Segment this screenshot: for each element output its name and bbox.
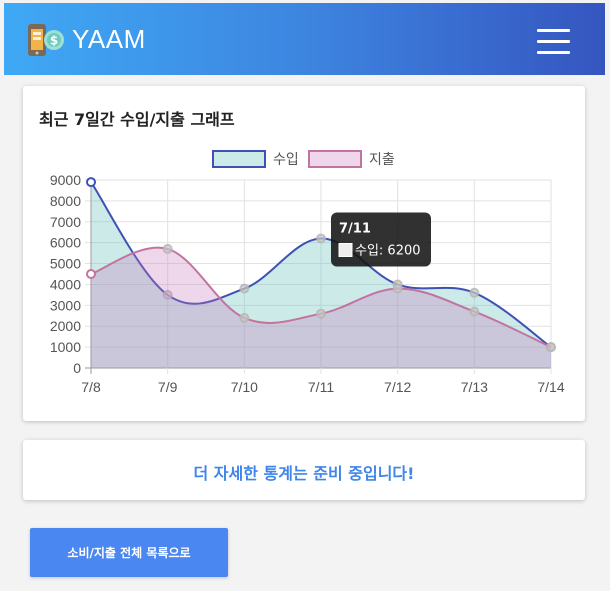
y-tick-label: 4000: [50, 276, 81, 292]
x-tick-label: 7/13: [461, 379, 488, 395]
x-tick-label: 7/10: [231, 379, 258, 395]
x-tick-label: 7/9: [158, 379, 178, 395]
info-text: 더 자세한 통계는 준비 중입니다!: [193, 464, 415, 483]
chart-card: 최근 7일간 수입/지출 그래프 0 1000 2000 3000 4000 5000 60…: [23, 86, 585, 421]
tooltip-label: 수입: 6200: [355, 243, 421, 258]
y-tick-label: 2000: [50, 318, 81, 334]
data-point: [86, 269, 96, 279]
data-point: [316, 233, 326, 244]
data-point: [239, 312, 250, 323]
expense-list-button[interactable]: 소비/지출 전체 목록으로: [30, 528, 228, 577]
tooltip-title: 7/11: [339, 221, 371, 236]
app-header: $ YAAM: [4, 3, 605, 75]
x-tick-label: 7/8: [81, 379, 101, 395]
y-tick-label: 9000: [50, 172, 81, 188]
data-point: [162, 243, 173, 254]
tooltip-swatch: [338, 242, 353, 257]
svg-text:$: $: [50, 34, 58, 48]
y-tick-label: 0: [73, 360, 81, 376]
y-tick-label: 1000: [50, 339, 81, 355]
y-tick-label: 7000: [50, 214, 81, 230]
y-tick-label: 6000: [50, 235, 81, 251]
y-tick-label: 3000: [50, 297, 81, 313]
phone-coin-icon: $: [28, 24, 64, 56]
app-title: YAAM: [72, 24, 146, 54]
x-tick-label: 7/14: [537, 379, 564, 395]
info-card: 더 자세한 통계는 준비 중입니다!: [23, 440, 585, 500]
data-point: [86, 177, 96, 188]
data-point: [316, 308, 326, 319]
chart-canvas[interactable]: 0 1000 2000 3000 4000 5000 6000 7000 8000 9000 7/8…: [23, 86, 585, 421]
legend-swatch: [308, 150, 362, 168]
x-tick-label: 7/12: [384, 379, 411, 395]
data-point: [469, 306, 480, 317]
y-tick-label: 5000: [50, 256, 81, 272]
data-point: [546, 342, 556, 353]
hamburger-menu-icon[interactable]: [537, 29, 570, 55]
data-point: [392, 283, 403, 294]
data-point: [239, 283, 250, 294]
x-tick-label: 7/11: [308, 379, 334, 395]
legend-label: 지출: [369, 152, 395, 168]
y-tick-label: 8000: [50, 193, 81, 209]
app-frame: $ YAAM 최근 7일간 수입/지출 그래프 0 1000 2000 3000 400…: [0, 0, 610, 591]
legend-swatch: [212, 150, 266, 168]
legend-label: 수입: [273, 152, 299, 168]
data-point: [469, 287, 480, 298]
